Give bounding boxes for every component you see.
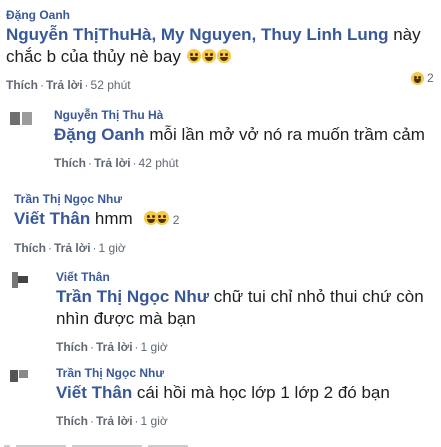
tagged-user[interactable]: Viết Thân — [56, 383, 132, 402]
reaction-summary[interactable]: 2 — [143, 211, 180, 227]
reply-button[interactable]: Trả lời — [96, 340, 133, 354]
comment-actions: Thích · Trả lời · 52 phút — [6, 78, 131, 92]
like-button[interactable]: Thích — [56, 414, 88, 428]
comment-message: hmm — [90, 209, 133, 228]
reply-button[interactable]: Trả lời — [94, 156, 131, 170]
avatar[interactable] — [4, 270, 32, 292]
tagged-user[interactable]: Trần Thị Ngọc Như — [56, 287, 209, 306]
avatar[interactable] — [6, 108, 38, 130]
comment-time: 52 phút — [90, 78, 131, 92]
comment-text: Viết Thân cái hồi mà học lớp 1 lớp 2 đó … — [56, 382, 426, 404]
comment-actions: Thích · Trả lời · 1 giờ — [14, 241, 126, 255]
comment-actions: Thích · Trả lời · 1 giờ — [56, 414, 168, 428]
comment-1: Đặng Oanh Nguyễn ThịThuHà, My Nguyen, Th… — [6, 8, 426, 92]
comment-actions: Thích · Trả lời · 42 phút — [54, 156, 179, 170]
comment-message: cái hồi mà học lớp 1 lớp 2 đó bạn — [132, 383, 390, 402]
comment-author[interactable]: Viết Thân — [56, 270, 426, 284]
like-button[interactable]: Thích — [6, 78, 38, 92]
reaction-summary[interactable]: 2 — [410, 71, 434, 85]
comment-time: 42 phút — [138, 156, 179, 170]
reply-button[interactable]: Trả lời — [96, 414, 133, 428]
laughing-emoji-icon — [216, 49, 231, 63]
comment-3: Trần Thị Ngọc Như Viết Thân hmm 2 Thích ·… — [14, 192, 424, 255]
comment-author[interactable]: Đặng Oanh — [6, 8, 426, 22]
laughing-emoji-icon — [411, 71, 424, 85]
comment-text: Đặng Oanh mỗi lần mở vở nó ra muốn trầm … — [54, 124, 434, 146]
comment-time: 1 giờ — [98, 241, 126, 255]
reaction-count: 2 — [427, 71, 434, 85]
next-comment-cutoff — [0, 436, 441, 447]
avatar[interactable] — [4, 366, 32, 388]
comment-author[interactable]: Nguyễn Thị Thu Hà — [54, 108, 434, 122]
comment-actions: Thích · Trả lời · 1 giờ — [56, 340, 168, 354]
comment-time: 1 giờ — [140, 340, 168, 354]
comment-author[interactable]: Trần Thị Ngọc Như — [56, 366, 426, 380]
comment-5: Trần Thị Ngọc Như Viết Thân cái hồi mà h… — [56, 366, 426, 428]
like-button[interactable]: Thích — [54, 156, 86, 170]
reply-button[interactable]: Trả lời — [54, 241, 91, 255]
comment-time: 1 giờ — [140, 414, 168, 428]
laughing-emoji-icon — [201, 49, 216, 63]
laughing-emoji-icon — [155, 211, 170, 225]
comment-text: Viết Thân hmm 2 — [14, 208, 424, 231]
reply-button[interactable]: Trả lời — [46, 78, 83, 92]
comment-author[interactable]: Trần Thị Ngọc Như — [14, 192, 424, 206]
tagged-users[interactable]: Nguyễn ThịThuHà, My Nguyen, Thuy Linh Lu… — [6, 25, 388, 44]
laughing-emoji-icon — [186, 49, 201, 63]
like-button[interactable]: Thích — [14, 241, 46, 255]
tagged-user[interactable]: Đặng Oanh — [54, 125, 145, 144]
comment-2: Nguyễn Thị Thu Hà Đặng Oanh mỗi lần mở v… — [54, 108, 434, 170]
like-button[interactable]: Thích — [56, 340, 88, 354]
reaction-count: 2 — [172, 213, 180, 227]
comment-text: Nguyễn ThịThuHà, My Nguyen, Thuy Linh Lu… — [6, 24, 426, 68]
comment-4: Viết Thân Trần Thị Ngọc Như chữ tui chỉ … — [56, 270, 426, 354]
tagged-user[interactable]: Viết Thân — [14, 209, 90, 228]
comment-message: mỗi lần mở vở nó ra muốn trầm cảm — [144, 125, 425, 144]
comment-text: Trần Thị Ngọc Như chữ tui chỉ nhỏ thui c… — [56, 286, 426, 330]
